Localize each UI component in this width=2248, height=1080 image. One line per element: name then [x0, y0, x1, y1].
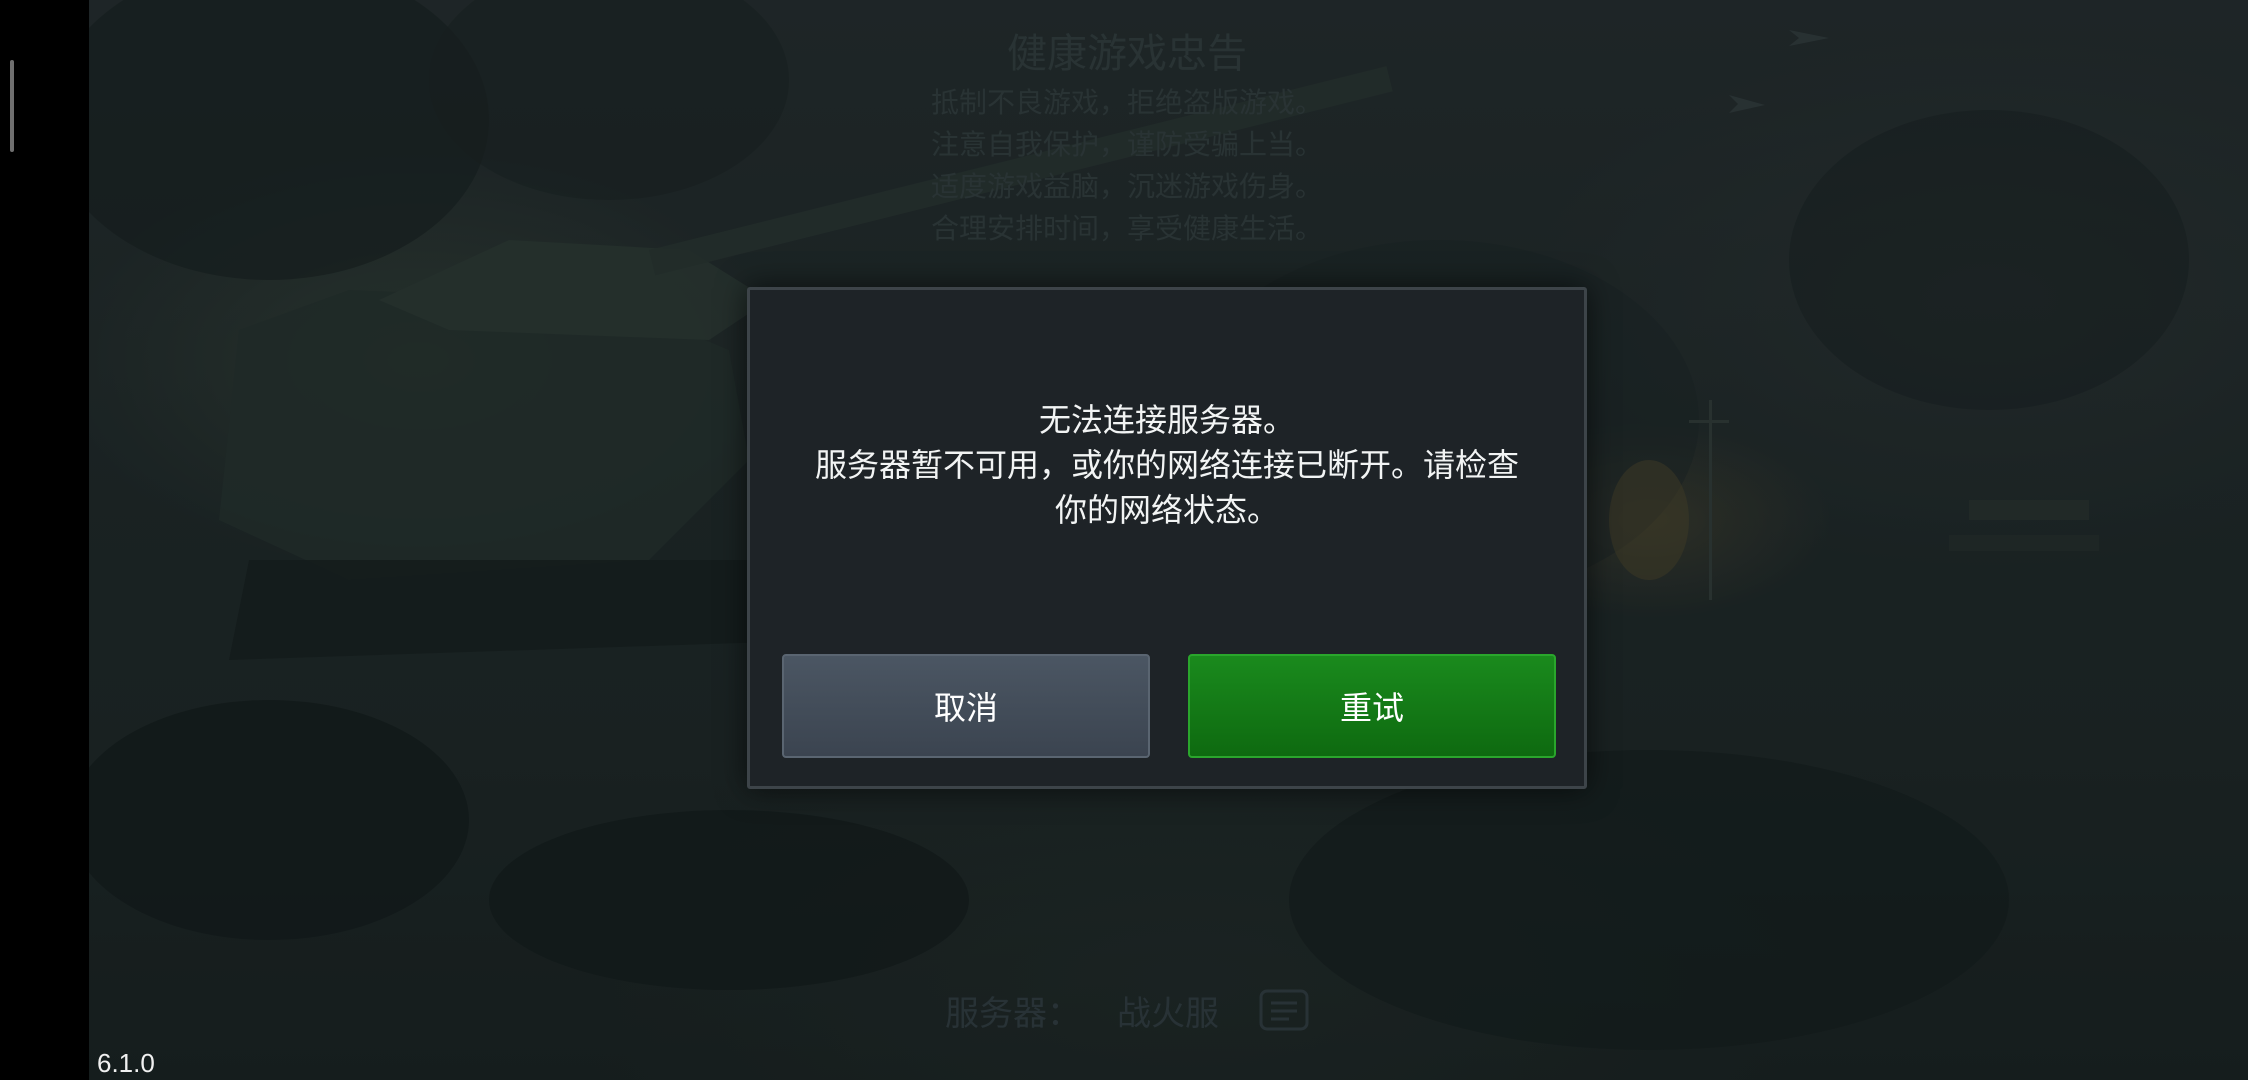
game-screen: 健康游戏忠告 抵制不良游戏，拒绝盗版游戏。 注意自我保护，谨防受骗上当。 适度游…	[0, 0, 2248, 1080]
retry-button[interactable]: 重试	[1188, 654, 1556, 758]
dialog-message: 无法连接服务器。 服务器暂不可用，或你的网络连接已断开。请检查 你的网络状态。	[780, 398, 1554, 533]
dialog-message-line: 无法连接服务器。	[1038, 401, 1295, 439]
dialog-message-line: 你的网络状态。	[1054, 491, 1279, 529]
cancel-button[interactable]: 取消	[782, 654, 1150, 758]
connection-error-dialog: 无法连接服务器。 服务器暂不可用，或你的网络连接已断开。请检查 你的网络状态。 …	[747, 287, 1587, 789]
dialog-message-line: 服务器暂不可用，或你的网络连接已断开。请检查	[814, 446, 1519, 484]
version-label: 6.1.0	[97, 1048, 155, 1078]
